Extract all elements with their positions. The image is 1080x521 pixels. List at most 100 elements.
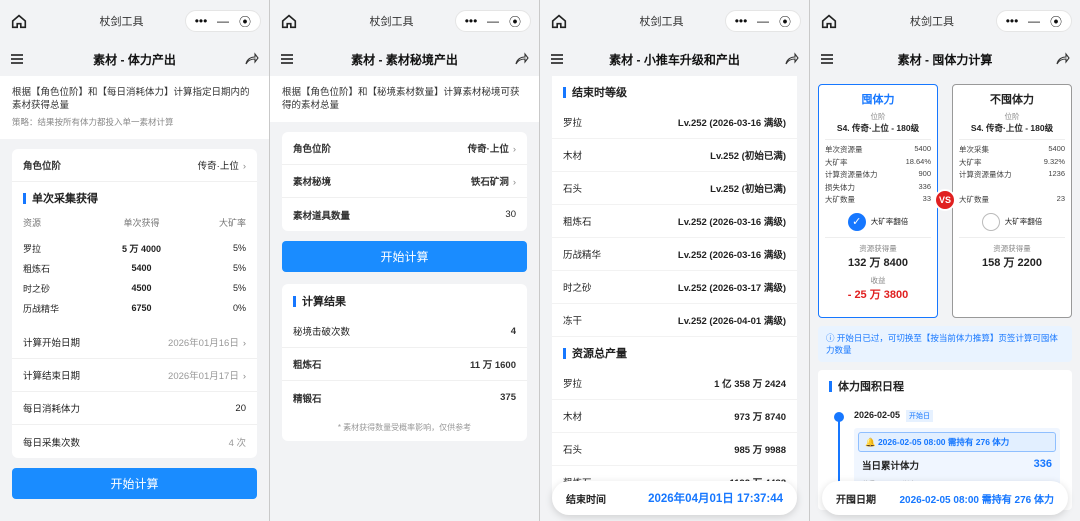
role-row[interactable]: 角色位阶 传奇·上位 › [282, 132, 527, 165]
start-date-row[interactable]: 计算开始日期 2026年01月16日 › [12, 326, 257, 359]
kv-label: 计算资源量体力 [959, 170, 1012, 179]
chevron-right-icon: › [512, 144, 516, 155]
times-row: 每日采集次数 4 次 [12, 425, 257, 458]
item-label: 木材 [563, 151, 583, 162]
kv-value: 5400 [914, 144, 931, 153]
calculate-button[interactable]: 开始计算 [12, 468, 257, 499]
bell-icon: 🔔 [865, 436, 878, 447]
minimize-icon[interactable]: — [212, 11, 234, 31]
kv-label: 计算资源量体力 [825, 170, 878, 179]
more-icon[interactable]: ••• [730, 11, 752, 31]
result-title: 计算结果 [282, 284, 527, 315]
item-label: 罗拉 [563, 118, 583, 129]
role-row[interactable]: 角色位阶 传奇·上位 › [12, 149, 257, 182]
end-date-row[interactable]: 计算结束日期 2026年01月17日 › [12, 359, 257, 392]
kv-label: 大矿数量 [959, 195, 989, 204]
timeline-date: 2026-02-05 [854, 410, 901, 420]
capsule-menu: ••• — ⦿ [455, 10, 531, 32]
status-bar: 杖剑工具 ••• — ⦿ [540, 0, 809, 42]
kv-row: 单次采集 5400 [959, 144, 1065, 157]
capsule-menu: ••• — ⦿ [996, 10, 1072, 32]
end-date-value: 2026年01月17日 [168, 371, 239, 382]
minimize-icon[interactable]: — [752, 11, 774, 31]
more-icon[interactable]: ••• [460, 11, 482, 31]
home-icon[interactable] [820, 12, 838, 30]
screen-secret-realm: 杖剑工具 ••• — ⦿ 素材 - 素材秘境产出 根据【角色位阶】和【秘境素材数… [270, 0, 540, 521]
close-target-icon[interactable]: ⦿ [504, 11, 526, 31]
share-icon[interactable] [245, 52, 259, 66]
res-value: 132 万 8400 [848, 256, 908, 269]
app-title: 杖剑工具 [99, 16, 144, 28]
role-value: 传奇·上位 [197, 161, 239, 172]
start-date-label: 计算开始日期 [23, 338, 81, 349]
realm-label: 素材秘境 [293, 177, 332, 188]
item-value: Lv.252 (2026-03-16 满级) [677, 217, 786, 228]
status-bar: 杖剑工具 ••• — ⦿ [0, 0, 269, 42]
kv-label: 大矿率 [825, 157, 848, 167]
timeline-dot [834, 412, 844, 422]
settings-card: 角色位阶 传奇·上位 › 素材秘境 铁石矿洞 › 素材道具数量 30 [282, 132, 527, 231]
more-icon[interactable]: ••• [1001, 11, 1023, 31]
screen-cart-upgrade: 杖剑工具 ••• — ⦿ 素材 - 小推车升级和产出 结束时等级 罗拉 Lv.25… [540, 0, 810, 521]
close-target-icon[interactable]: ⦿ [234, 11, 256, 31]
kv-value: 336 [918, 181, 931, 191]
home-icon[interactable] [10, 12, 28, 30]
chevron-right-icon: › [512, 177, 516, 188]
more-icon[interactable]: ••• [190, 11, 212, 31]
share-icon[interactable] [785, 52, 799, 66]
list-item: 石头 Lv.252 (初始已满) [552, 172, 797, 205]
stamina-row[interactable]: 每日消耗体力 20 [12, 392, 257, 425]
info-banner[interactable]: ⓘ 开始日已过，可切换至【按当前体力推算】页签计算可囤体力数量 [818, 326, 1072, 362]
page-title: 素材 - 囤体力计算 [897, 52, 993, 67]
qty-row[interactable]: 素材道具数量 30 [282, 198, 527, 231]
role-label: 角色位阶 [293, 144, 332, 155]
no-hoard-card[interactable]: 不囤体力 位阶 S4. 传奇·上位 - 180级 单次采集 5400 大矿率 9.3… [952, 84, 1072, 318]
list-item: 冻干 Lv.252 (2026-04-01 满级) [552, 304, 797, 337]
menu-icon[interactable] [10, 52, 24, 66]
page-title: 素材 - 体力产出 [93, 52, 176, 67]
pos-value: S4. 传奇·上位 - 180级 [959, 122, 1065, 140]
share-icon[interactable] [1056, 52, 1070, 66]
app-title: 杖剑工具 [910, 16, 954, 28]
cell: 历战精华 [23, 303, 60, 314]
gain-label: 收益 [870, 275, 886, 285]
result-row: 精锻石 375 [282, 381, 527, 414]
menu-icon[interactable] [550, 52, 564, 66]
qty-input[interactable]: 30 [505, 209, 516, 220]
menu-icon[interactable] [820, 52, 834, 66]
item-value: Lv.252 (初始已满) [710, 151, 786, 162]
home-icon[interactable] [280, 12, 298, 30]
calculate-button[interactable]: 开始计算 [282, 241, 527, 272]
capsule-menu: ••• — ⦿ [725, 10, 801, 32]
timeline-box-head: 🔔 2026-02-05 08:00 需持有 276 体力 [858, 432, 1056, 452]
realm-row[interactable]: 素材秘境 铁石矿洞 › [282, 165, 527, 198]
close-target-icon[interactable]: ⦿ [774, 11, 796, 31]
realm-value: 铁石矿洞 [470, 177, 509, 188]
menu-icon[interactable] [280, 52, 294, 66]
item-value: 1 亿 358 万 2424 [714, 379, 786, 390]
item-value: Lv.252 (2026-04-01 满级) [677, 316, 786, 327]
kv-value: 900 [918, 169, 931, 178]
toggle-label: 大矿率翻倍 [870, 217, 909, 226]
share-icon[interactable] [515, 52, 529, 66]
list-item: 罗拉 1 亿 358 万 2424 [552, 367, 797, 400]
list-item: 木材 973 万 8740 [552, 400, 797, 433]
total-title: 资源总产量 [552, 337, 797, 367]
stamina-input[interactable]: 20 [235, 403, 246, 414]
kv-row: 计算资源量体力 1236 [959, 169, 1065, 182]
double-rate-toggle[interactable]: 大矿率翻倍 [959, 207, 1065, 238]
section-title: 单次采集获得 [12, 182, 257, 212]
box-text: 2026-02-05 08:00 需持有 276 体力 [877, 437, 1010, 447]
vs-badge: VS [934, 189, 956, 211]
res-label: 资源获得量 [993, 243, 1031, 253]
minimize-icon[interactable]: — [1023, 11, 1045, 31]
nav-bar: 素材 - 体力产出 [0, 42, 269, 76]
table-row: 时之砂 4500 5% [23, 278, 246, 298]
home-icon[interactable] [550, 12, 568, 30]
close-target-icon[interactable]: ⦿ [1045, 11, 1067, 31]
minimize-icon[interactable]: — [482, 11, 504, 31]
cell: 6750 [131, 303, 152, 313]
double-rate-toggle[interactable]: ✓ 大矿率翻倍 [825, 207, 931, 238]
hoard-card[interactable]: 囤体力 位阶 S4. 传奇·上位 - 180级 单次资源量 5400 大矿率 18.… [818, 84, 938, 318]
nav-bar: 素材 - 小推车升级和产出 [540, 42, 809, 76]
